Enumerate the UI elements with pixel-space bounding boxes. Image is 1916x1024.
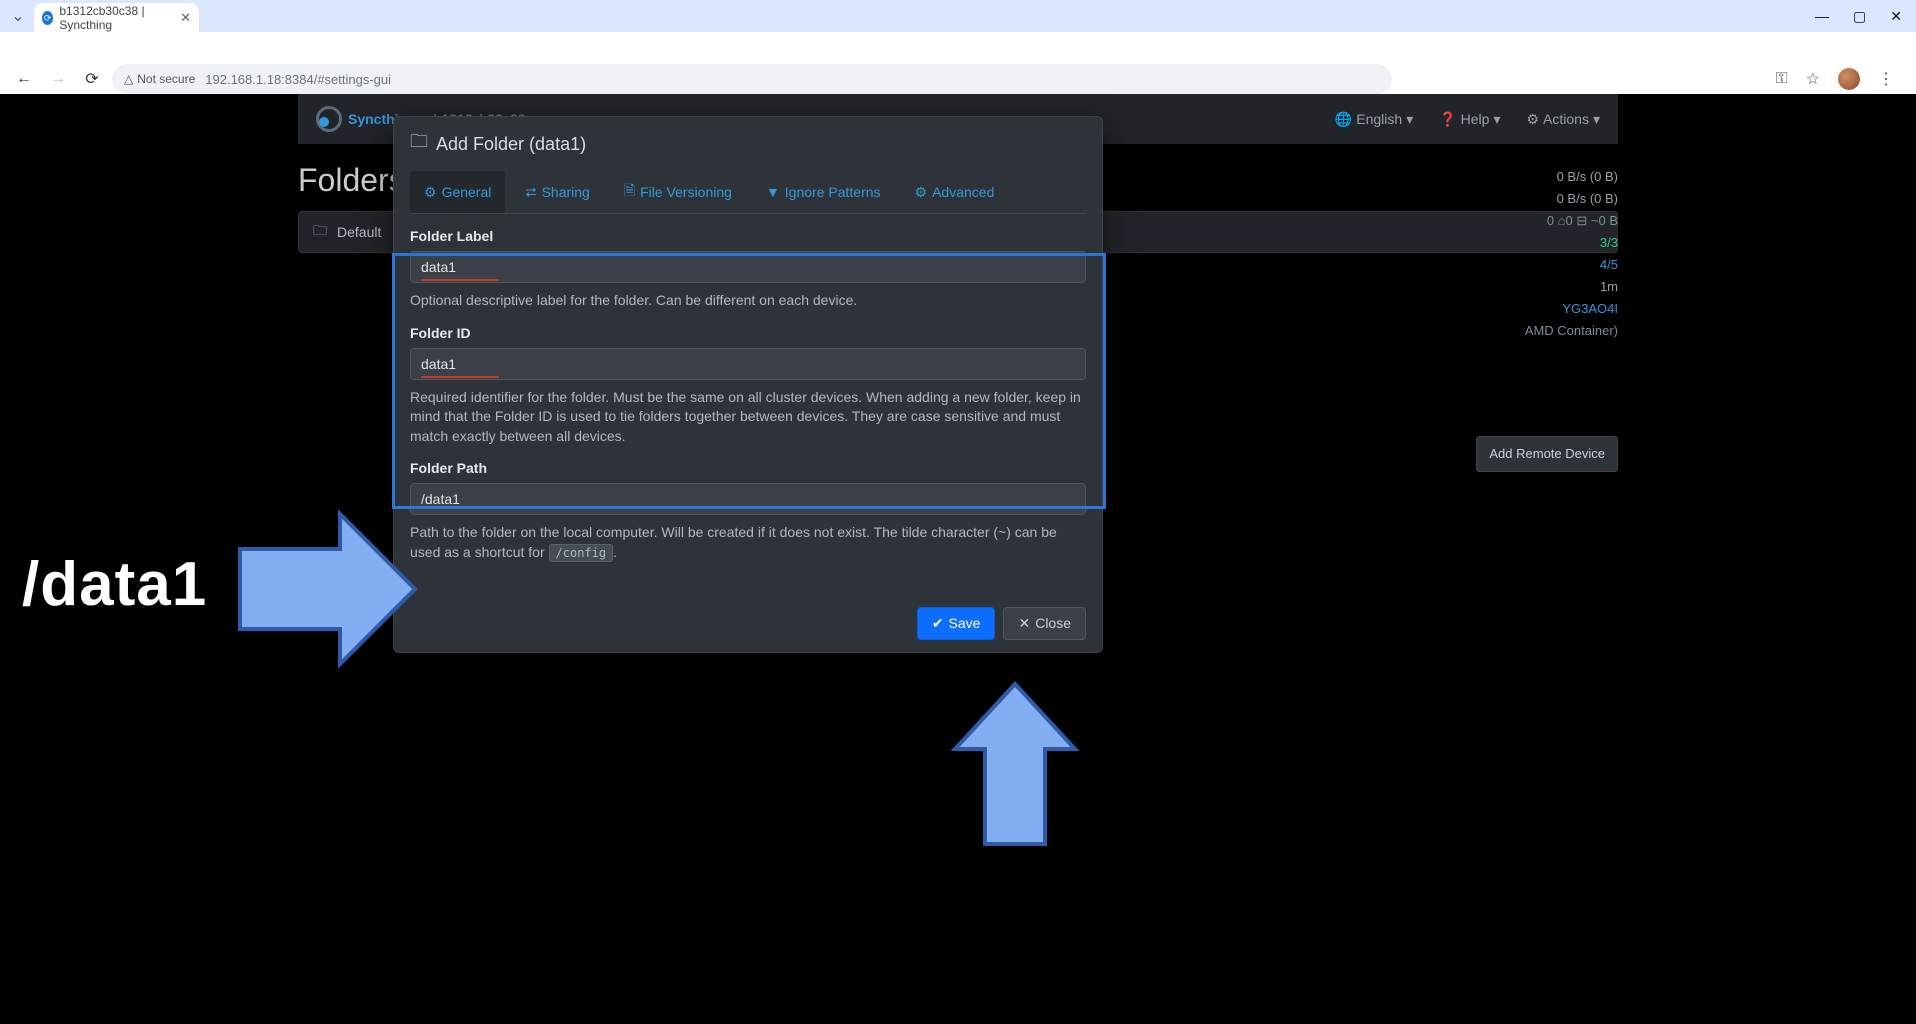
tabs-menu-button[interactable]: ⌄ bbox=[6, 4, 30, 28]
modal-tabs: ⚙ General ⮂ Sharing 🗎 File Versioning ▼ … bbox=[410, 171, 1086, 214]
annotation-arrow-up bbox=[950, 679, 1080, 849]
logo-icon bbox=[316, 106, 342, 132]
browser-tab[interactable]: ⟳ b1312cb30c38 | Syncthing ✕ bbox=[34, 3, 199, 33]
folder-label-input[interactable]: data1 bbox=[410, 251, 1086, 283]
filter-icon: ▼ bbox=[766, 184, 780, 200]
question-icon: ❓ bbox=[1439, 111, 1456, 128]
close-window-button[interactable]: ✕ bbox=[1890, 8, 1902, 25]
navbar-right: 🌐 English ▾ ❓ Help ▾ ⚙ Actions ▾ bbox=[1335, 111, 1600, 128]
reload-button[interactable]: ⟳ bbox=[78, 65, 106, 93]
modal-header: 🗀 Add Folder (data1) bbox=[394, 117, 1102, 171]
tab-sharing[interactable]: ⮂ Sharing bbox=[511, 171, 603, 213]
download-rate: 0 B/s (0 B) bbox=[1557, 166, 1618, 188]
caret-down-icon: ▾ bbox=[1493, 111, 1500, 128]
url-text: 192.168.1.18:8384/#settings-gui bbox=[205, 72, 391, 87]
folder-id-group: Folder ID data1 Required identifier for … bbox=[410, 325, 1086, 447]
warning-icon: △ bbox=[124, 72, 133, 86]
uptime: 1m bbox=[1600, 276, 1618, 298]
tab-general[interactable]: ⚙ General bbox=[410, 171, 505, 213]
folder-path-group: Folder Path /data1 Path to the folder on… bbox=[410, 460, 1086, 562]
folder-path-input[interactable]: /data1 bbox=[410, 483, 1086, 515]
kebab-menu-icon[interactable]: ⋮ bbox=[1878, 69, 1894, 89]
cogs-icon: ⚙ bbox=[915, 184, 928, 201]
back-button[interactable]: ← bbox=[10, 65, 38, 93]
password-key-icon[interactable]: ⚿ bbox=[1775, 70, 1787, 88]
gear-icon: ⚙ bbox=[1526, 111, 1539, 128]
maximize-button[interactable]: ▢ bbox=[1853, 8, 1866, 25]
discovery: 4/5 bbox=[1600, 254, 1618, 276]
folder-label-group: Folder Label data1 Optional descriptive … bbox=[410, 228, 1086, 311]
language-dropdown[interactable]: 🌐 English ▾ bbox=[1335, 111, 1413, 128]
tab-title: b1312cb30c38 | Syncthing bbox=[59, 4, 174, 32]
globe-icon: 🌐 bbox=[1335, 111, 1352, 128]
close-button[interactable]: ✕ Close bbox=[1003, 607, 1086, 640]
add-folder-modal: 🗀 Add Folder (data1) ⚙ General ⮂ Sharing… bbox=[393, 116, 1103, 653]
minimize-button[interactable]: — bbox=[1815, 8, 1829, 25]
tab-advanced[interactable]: ⚙ Advanced bbox=[901, 171, 1009, 213]
close-tab-button[interactable]: ✕ bbox=[180, 10, 191, 26]
tab-file-versioning[interactable]: 🗎 File Versioning bbox=[610, 171, 746, 213]
annotation-arrow-right bbox=[230, 504, 420, 674]
favicon-icon: ⟳ bbox=[42, 11, 53, 25]
red-underline-icon bbox=[421, 376, 499, 378]
address-bar-row: ← → ⟳ △ Not secure 192.168.1.18:8384/#se… bbox=[0, 64, 1916, 94]
red-underline-icon bbox=[421, 279, 499, 281]
caret-down-icon: ▾ bbox=[1593, 111, 1600, 128]
bookmark-star-icon[interactable]: ☆ bbox=[1806, 69, 1820, 89]
folder-path-label: Folder Path bbox=[410, 460, 1086, 476]
caret-down-icon: ▾ bbox=[1406, 111, 1413, 128]
modal-wrap: 🗀 Add Folder (data1) ⚙ General ⮂ Sharing… bbox=[393, 94, 1103, 704]
folder-icon: 🗀 bbox=[410, 129, 428, 159]
status-sidebar: 0 B/s (0 B) 0 B/s (0 B) 0 ⌂0 ⊟ ~0 B 3/3 … bbox=[1338, 166, 1618, 472]
share-icon: ⮂ bbox=[525, 184, 536, 201]
folder-icon: 🗀 bbox=[313, 220, 327, 244]
tab-ignore-patterns[interactable]: ▼ Ignore Patterns bbox=[752, 171, 895, 213]
device-id: YG3AO4I bbox=[1562, 298, 1618, 320]
security-indicator: △ Not secure bbox=[124, 72, 195, 86]
folder-label-label: Folder Label bbox=[410, 228, 1086, 244]
folder-name: Default bbox=[337, 224, 381, 240]
modal-footer: ✔ Save ✕ Close bbox=[394, 595, 1102, 652]
folder-id-input[interactable]: data1 bbox=[410, 348, 1086, 380]
save-button[interactable]: ✔ Save bbox=[917, 607, 996, 640]
actions-dropdown[interactable]: ⚙ Actions ▾ bbox=[1526, 111, 1600, 128]
local-state: 0 ⌂0 ⊟ ~0 B bbox=[1547, 210, 1618, 232]
folder-path-help: Path to the folder on the local computer… bbox=[410, 523, 1086, 562]
folder-label-help: Optional descriptive label for the folde… bbox=[410, 291, 1086, 311]
modal-title: Add Folder (data1) bbox=[436, 134, 586, 155]
listeners: 3/3 bbox=[1600, 232, 1618, 254]
tab-strip: ⌄ ⟳ b1312cb30c38 | Syncthing ✕ — ▢ ✕ bbox=[0, 0, 1916, 32]
gear-icon: ⚙ bbox=[424, 184, 437, 201]
device-container: AMD Container) bbox=[1525, 320, 1618, 342]
folder-id-label: Folder ID bbox=[410, 325, 1086, 341]
address-bar[interactable]: △ Not secure 192.168.1.18:8384/#settings… bbox=[112, 64, 1392, 94]
add-remote-device-button[interactable]: Add Remote Device bbox=[1476, 436, 1618, 472]
copy-icon: 🗎 bbox=[624, 180, 635, 204]
upload-rate: 0 B/s (0 B) bbox=[1557, 188, 1618, 210]
browser-chrome: ⌄ ⟳ b1312cb30c38 | Syncthing ✕ — ▢ ✕ ← →… bbox=[0, 0, 1916, 94]
check-icon: ✔ bbox=[932, 615, 944, 632]
annotation-text: /data1 bbox=[22, 549, 207, 620]
window-controls: — ▢ ✕ bbox=[1815, 8, 1916, 25]
folder-id-help: Required identifier for the folder. Must… bbox=[410, 388, 1086, 447]
modal-body: ⚙ General ⮂ Sharing 🗎 File Versioning ▼ … bbox=[394, 171, 1102, 595]
app-page: Syncthing b1312cb30c38 🌐 English ▾ ❓ Hel… bbox=[0, 94, 1916, 1024]
close-icon: ✕ bbox=[1018, 615, 1030, 632]
profile-avatar[interactable] bbox=[1838, 68, 1860, 90]
forward-button[interactable]: → bbox=[44, 65, 72, 93]
help-dropdown[interactable]: ❓ Help ▾ bbox=[1439, 111, 1500, 128]
